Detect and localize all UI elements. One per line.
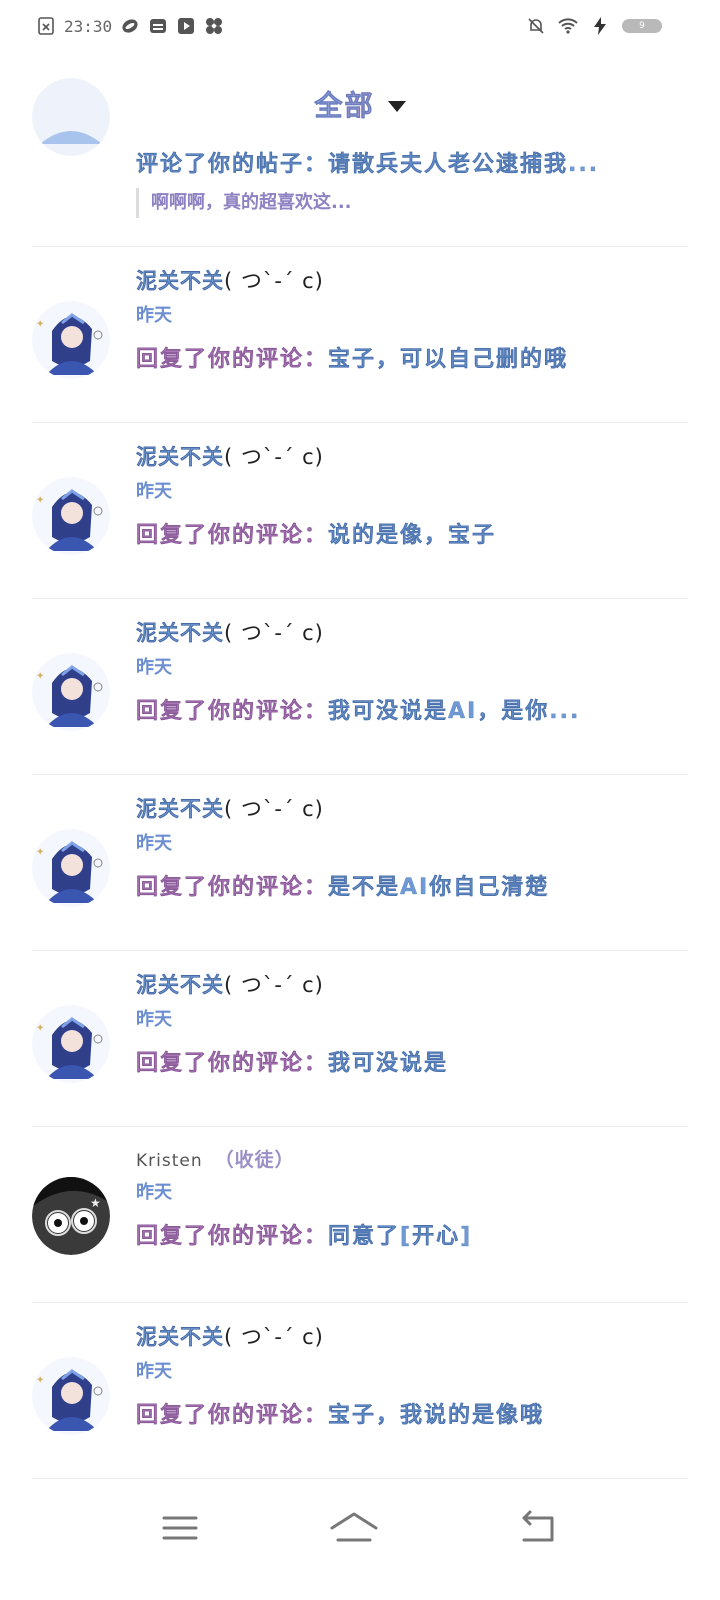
fan-icon (206, 18, 223, 34)
reply-message: 回复了你的评论：我可没说是 (136, 1051, 449, 1076)
svg-text:✦: ✦ (36, 319, 44, 330)
user-name[interactable]: 泥关不关( つ`-´ c) (136, 969, 688, 999)
menu-icon (162, 1516, 198, 1540)
timestamp: 昨天 (136, 1009, 172, 1030)
battery-indicator: 9 (622, 19, 662, 33)
avatar[interactable]: ✦ (32, 653, 110, 731)
timestamp: 昨天 (136, 1361, 172, 1382)
list-item[interactable]: ✦ 泥关不关( つ`-´ c) 昨天 回复了你的评论：我可没说是 (32, 951, 688, 1127)
reply-message: 回复了你的评论：宝子，我说的是像哦 (136, 1403, 545, 1428)
page-title: 全部 (314, 84, 374, 124)
timestamp: 昨天 (136, 833, 172, 854)
avatar[interactable]: ✦ (32, 477, 110, 555)
user-name[interactable]: 泥关不关( つ`-´ c) (136, 1321, 688, 1351)
caret-down-icon (387, 100, 406, 112)
reply-message: 回复了你的评论：说的是像，宝子 (136, 523, 497, 548)
svg-text:✦: ✦ (36, 671, 44, 682)
list-item[interactable]: ✦ 泥关不关( つ`-´ c) 昨天 回复了你的评论：说的是像，宝子 (32, 423, 688, 599)
home-icon (330, 1512, 378, 1542)
charging-icon (594, 17, 606, 35)
timestamp: 昨天 (136, 305, 172, 326)
user-name[interactable]: 泥关不关( つ`-´ c) (136, 617, 688, 647)
svg-text:✦: ✦ (36, 1023, 44, 1034)
timestamp: 昨天 (136, 481, 172, 502)
mute-bell-icon (528, 18, 544, 34)
clock: 23:30 (64, 16, 113, 36)
battery-label: 9 (639, 21, 645, 31)
avatar-image (32, 78, 110, 156)
list-item[interactable]: ✦ 泥关不关( つ`-´ c) 昨天 回复了你的评论：宝子，我说的是像哦 (32, 1303, 688, 1479)
reply-message: 回复了你的评论：我可没说是AI，是你... (136, 699, 581, 724)
home-button[interactable] (324, 1506, 384, 1550)
reply-message: 回复了你的评论：同意了[开心] (136, 1224, 473, 1249)
user-name[interactable]: 泥关不关( つ`-´ c) (136, 441, 688, 471)
svg-text:✦: ✦ (36, 495, 44, 506)
avatar-image: ✦ (32, 829, 110, 907)
avatar-image: ✦ (32, 301, 110, 379)
list-item[interactable]: 评论了你的帖子：请散兵夫人老公逮捕我... 啊啊啊，真的超喜欢这... (32, 78, 688, 247)
avatar-image: ✦ (32, 653, 110, 731)
quoted-post: 啊啊啊，真的超喜欢这... (136, 188, 688, 218)
reply-message: 回复了你的评论：是不是AI你自己清楚 (136, 875, 550, 900)
list-item[interactable]: ✦ 泥关不关( つ`-´ c) 昨天 回复了你的评论：我可没说是AI，是你... (32, 599, 688, 775)
sim-x-icon (38, 17, 54, 35)
avatar[interactable]: ✦ (32, 1357, 110, 1435)
avatar[interactable]: ✦ (32, 829, 110, 907)
status-bar: 23:30 9 (0, 0, 720, 56)
user-name[interactable]: 泥关不关( つ`-´ c) (136, 265, 688, 295)
avatar-image: ✦ (32, 477, 110, 555)
system-nav-bar (0, 1488, 720, 1568)
avatar-image: ✦ (32, 1357, 110, 1435)
comment-message: 评论了你的帖子：请散兵夫人老公逮捕我... (136, 152, 600, 177)
user-tag: （收徒） (214, 1149, 295, 1171)
svg-text:✦: ✦ (36, 847, 44, 858)
user-name[interactable]: 泥关不关( つ`-´ c) (136, 793, 688, 823)
avatar-image: ★ (32, 1177, 110, 1255)
svg-text:★: ★ (90, 1196, 101, 1210)
calendar-icon (150, 19, 167, 33)
list-item[interactable]: ✦ 泥关不关( つ`-´ c) 昨天 回复了你的评论：宝子，可以自己删的哦 (32, 247, 688, 423)
avatar-image: ✦ (32, 1005, 110, 1083)
svg-text:✦: ✦ (36, 1375, 44, 1386)
reply-message: 回复了你的评论：宝子，可以自己删的哦 (136, 347, 569, 372)
list-item[interactable]: ✦ 泥关不关( つ`-´ c) 昨天 回复了你的评论：是不是AI你自己清楚 (32, 775, 688, 951)
avatar[interactable]: ★ (32, 1177, 110, 1255)
notification-list: 评论了你的帖子：请散兵夫人老公逮捕我... 啊啊啊，真的超喜欢这... ✦ 泥关… (0, 78, 720, 1479)
timestamp: 昨天 (136, 1182, 172, 1203)
list-item[interactable]: ★ Kristen （收徒） 昨天 回复了你的评论：同意了[开心] (32, 1127, 688, 1303)
timestamp: 昨天 (136, 657, 172, 678)
back-arrow-icon (522, 1510, 554, 1542)
avatar[interactable]: ✦ (32, 1005, 110, 1083)
user-name[interactable]: Kristen （收徒） (136, 1145, 688, 1172)
app-icon (122, 19, 138, 33)
back-nav-button[interactable] (508, 1506, 568, 1550)
video-icon (178, 18, 195, 34)
avatar[interactable]: ✦ (32, 301, 110, 379)
avatar[interactable] (32, 78, 110, 156)
wifi-icon (558, 18, 578, 34)
menu-button[interactable] (150, 1506, 210, 1550)
